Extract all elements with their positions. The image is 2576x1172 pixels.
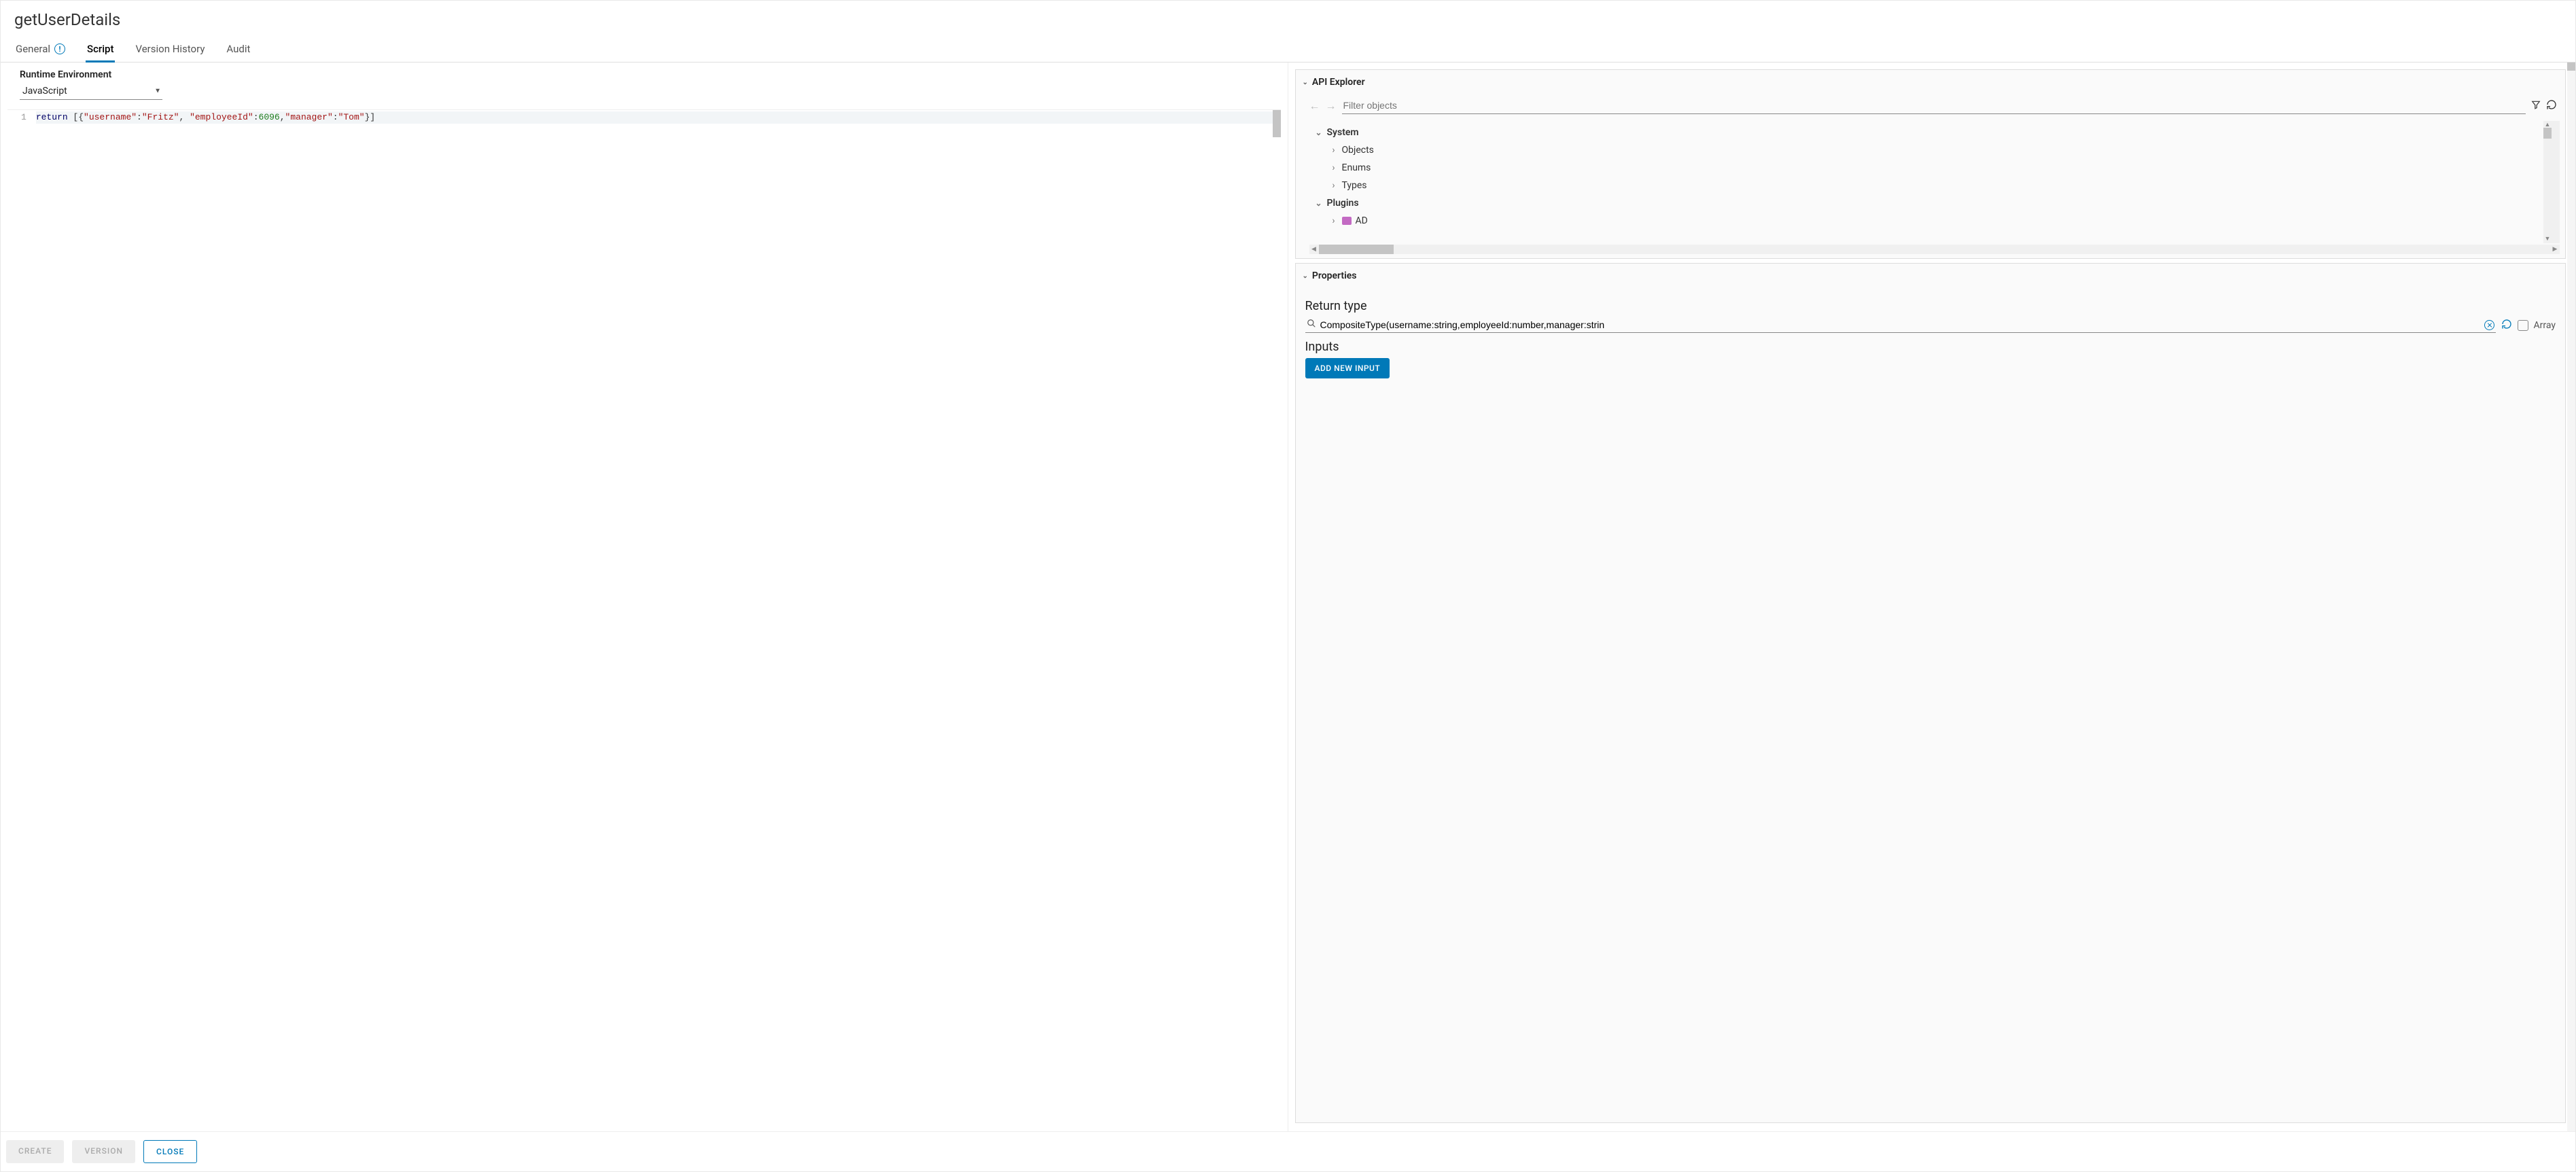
properties-toggle[interactable]: ⌄ Properties [1296,264,2566,288]
tree-node-label: Plugins [1327,198,1359,209]
return-type-label: Return type [1305,299,2556,313]
clear-icon[interactable] [2484,320,2494,330]
editor-scrollbar[interactable] [1273,110,1281,137]
nav-forward-icon: → [1326,99,1337,113]
tab-version[interactable]: Version History [134,39,206,62]
chevron-down-icon: ⌄ [1303,79,1308,86]
tree-node-label: System [1327,127,1359,138]
properties-panel: ⌄ Properties Return type [1295,263,2566,1123]
close-button[interactable]: Close [143,1140,197,1163]
code-token: , [179,112,190,122]
tree-horizontal-scrollbar[interactable]: ◀ ▶ [1309,245,2560,254]
plugin-icon [1342,217,1352,225]
tab-label: General [16,43,50,55]
tab-audit[interactable]: Audit [225,39,251,62]
api-explorer-panel: ⌄ API Explorer ← → [1295,69,2566,259]
chevron-right-icon [1330,215,1338,226]
tree-node[interactable]: Objects [1309,141,2544,159]
code-token: "manager" [285,112,333,122]
nav-back-icon: ← [1309,99,1320,113]
info-icon: ! [54,43,65,54]
api-tree[interactable]: System Objects Enums Types Plugins AD [1309,121,2544,243]
create-button: Create [6,1140,64,1163]
tree-node[interactable]: Enums [1309,159,2544,177]
search-icon [1307,319,1316,331]
tree-node[interactable]: System [1309,124,2544,141]
runtime-env-value: JavaScript [22,86,67,96]
array-label: Array [2534,320,2556,331]
tree-node-label: Types [1342,180,1367,191]
tab-general[interactable]: General! [14,39,67,62]
line-number: 1 [21,111,27,124]
chevron-right-icon [1330,180,1338,191]
chevron-right-icon [1330,145,1338,156]
api-explorer-title: API Explorer [1312,77,1365,88]
tree-node-label: Enums [1342,162,1371,173]
tree-node-label: Objects [1342,145,1374,156]
code-token: : [253,112,259,122]
runtime-env-select[interactable]: JavaScript ▼ [20,83,162,100]
code-token: }] [365,112,376,122]
code-token: "Fritz" [142,112,179,122]
code-token: 6096 [259,112,280,122]
tree-node[interactable]: Plugins [1309,194,2544,212]
array-checkbox[interactable] [2518,320,2528,331]
filter-objects-input[interactable] [1342,97,2526,114]
code-editor[interactable]: 1 return [{"username":"Fritz", "employee… [7,109,1281,1131]
code-token: "employeeId" [190,112,253,122]
version-button: Version [72,1140,135,1163]
chevron-right-icon [1330,162,1338,173]
tab-label: Audit [226,43,250,55]
code-token: "username" [84,112,137,122]
tree-vertical-scrollbar[interactable]: ▲ ▼ [2543,121,2552,243]
tree-node[interactable]: AD [1309,212,2544,230]
api-explorer-toggle[interactable]: ⌄ API Explorer [1296,70,2566,94]
chevron-down-icon [1315,198,1323,208]
code-line[interactable]: return [{"username":"Fritz", "employeeId… [36,111,1278,124]
inputs-label: Inputs [1305,340,2556,354]
right-pane-scrollbar[interactable] [2567,63,2575,1131]
runtime-env-label: Runtime Environment [20,69,1274,80]
return-type-refresh-icon[interactable] [2501,319,2512,332]
add-new-input-button[interactable]: Add New Input [1305,358,1390,378]
tabs: General! Script Version History Audit [1,33,2575,63]
tab-label: Version History [135,43,205,55]
code-token: [{ [68,112,84,122]
tree-node[interactable]: Types [1309,177,2544,194]
code-token: : [137,112,142,122]
chevron-down-icon [1315,128,1323,137]
chevron-down-icon: ⌄ [1303,272,1308,280]
code-token: "Tom" [338,112,365,122]
refresh-icon[interactable] [2546,99,2557,113]
code-token: return [36,112,68,122]
code-token: : [333,112,338,122]
page-title: getUserDetails [14,10,2562,29]
chevron-down-icon: ▼ [154,88,161,95]
properties-title: Properties [1312,270,1357,281]
tree-node-label: AD [1356,215,1368,226]
tab-label: Script [87,43,113,55]
code-token: , [280,112,285,122]
tab-script[interactable]: Script [86,39,115,62]
filter-icon[interactable] [2531,100,2541,112]
return-type-input[interactable] [1319,319,2482,331]
